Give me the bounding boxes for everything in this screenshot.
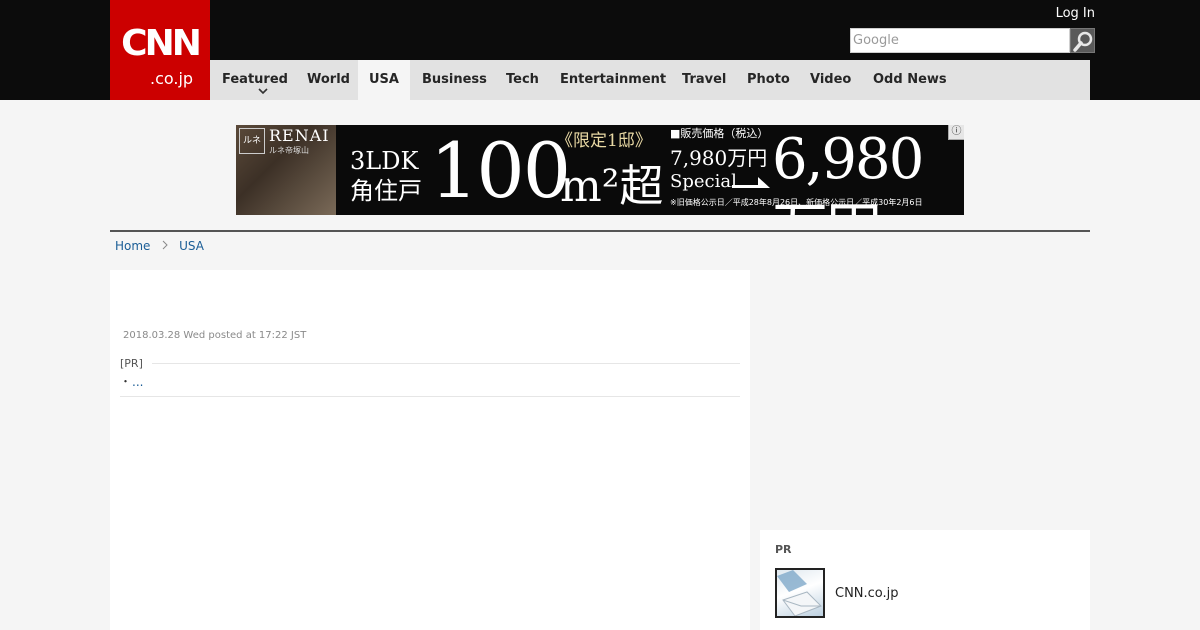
nav-item-tech[interactable]: Tech [506,60,539,100]
sidebar-thumbnail[interactable] [775,568,825,618]
pr-link[interactable]: ... [132,374,143,390]
nav-item-video[interactable]: Video [810,60,851,100]
ad-special-label: Special [670,171,737,192]
sidebar-pr-panel: PR CNN.co.jp [760,530,1090,630]
cnn-logo[interactable]: CNN .co.jp [110,0,210,100]
pr-label: [PR] [120,357,143,370]
ad-layout-text: 3LDK [350,147,419,175]
pr-bottom-divider [120,396,740,397]
nav-item-odd-news[interactable]: Odd News [873,60,947,100]
ad-brand-name: RENAI [269,126,330,145]
nav-item-world[interactable]: World [307,60,350,100]
breadcrumb: Home USA [115,238,204,254]
logo-text: CNN [121,23,202,64]
nav-item-entertainment[interactable]: Entertainment [560,60,666,100]
sidebar-pr-label: PR [775,543,792,556]
ad-size-unit: m²超 [560,161,664,212]
ad-size-number: 100 [430,126,571,215]
nav-item-label: Featured [222,72,288,87]
magnifier-icon [1073,31,1093,52]
arrow-right-icon [732,177,770,188]
login-link[interactable]: Log In [1040,5,1095,23]
ad-footnote: ※旧価格公示日／平成28年8月26日、新価格公示日／平成30年2月6日 [670,198,923,207]
ad-brand-sub: ルネ帝塚山 [269,146,309,155]
nav-item-usa[interactable]: USA [358,60,410,100]
ad-banner[interactable]: ルネ RENAI ルネ帝塚山 3LDK 角住戸 100 《限定1邸》 m²超 ■… [236,125,964,215]
search-input[interactable] [850,28,1070,53]
article-panel: 2018.03.28 Wed posted at 17:22 JST [PR] … [110,270,750,630]
nav-item-photo[interactable]: Photo [747,60,790,100]
section-divider [110,230,1090,232]
pr-divider [152,363,740,364]
header-bar: CNN .co.jp Log In Featured World USA Bus… [0,0,1200,100]
ad-price-label: ■販売価格（税込） [670,127,769,140]
ad-info-icon[interactable]: ⓘ [948,125,964,140]
breadcrumb-usa[interactable]: USA [179,239,204,253]
nav-item-business[interactable]: Business [422,60,487,100]
ad-limited-text: 《限定1邸》 [556,131,652,151]
nav-item-travel[interactable]: Travel [682,60,726,100]
main-nav: Featured World USA Business Tech Enterta… [210,60,1090,100]
pr-bullet: ・ [120,375,131,388]
search-button[interactable] [1070,28,1095,53]
nav-item-featured[interactable]: Featured [222,60,288,100]
chevron-right-icon [162,240,168,250]
chevron-down-icon [258,88,268,95]
logo-subtext: .co.jp [150,69,194,88]
post-date: 2018.03.28 Wed posted at 17:22 JST [123,330,307,341]
ad-brand-mark: ルネ [239,128,265,154]
ad-old-price: 7,980万円 [670,146,768,170]
sidebar-pr-link[interactable]: CNN.co.jp [835,586,899,602]
envelope-image-icon [777,570,822,616]
breadcrumb-home[interactable]: Home [115,239,150,253]
ad-unit-type: 角住戸 [350,177,422,205]
